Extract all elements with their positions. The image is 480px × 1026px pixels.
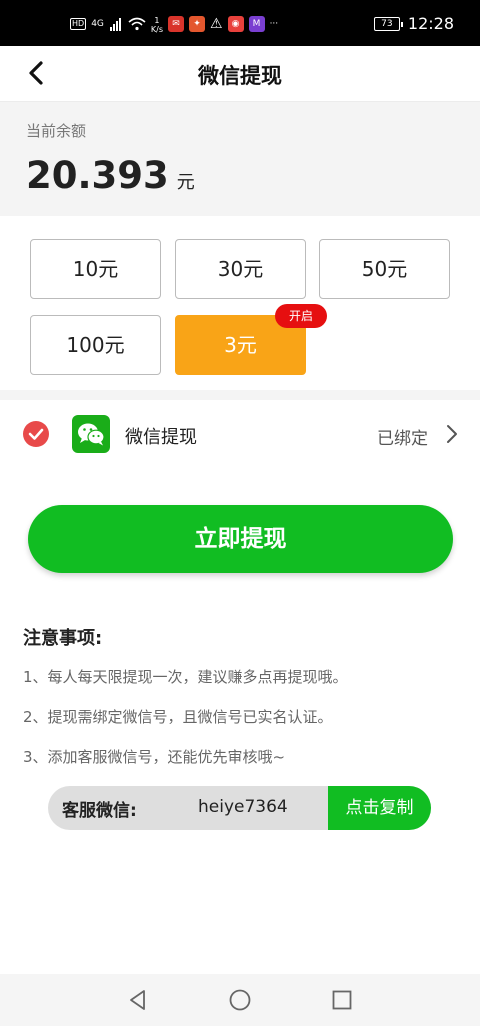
balance-amount-row: 20.393 元 bbox=[26, 154, 195, 197]
note-item: 1、每人每天限提现一次，建议赚多点再提现哦。 bbox=[23, 668, 348, 686]
amount-option-3-selected[interactable]: 3元 开启 bbox=[175, 304, 327, 375]
note-item: 2、提现需绑定微信号，且微信号已实名认证。 bbox=[23, 708, 333, 726]
warning-icon: ⚠ bbox=[210, 16, 223, 32]
hd-icon: HD bbox=[70, 18, 87, 30]
balance-label: 当前余额 bbox=[26, 122, 87, 140]
note-item: 3、添加客服微信号，还能优先审核哦~ bbox=[23, 748, 286, 766]
balance-unit: 元 bbox=[176, 172, 195, 193]
wifi-icon bbox=[128, 17, 146, 31]
amount-option-50[interactable]: 50元 bbox=[319, 239, 450, 299]
app-notification-icon: ◉ bbox=[227, 16, 244, 32]
copy-button[interactable]: 点击复制 bbox=[328, 786, 431, 830]
app-notification-icon: M bbox=[248, 16, 265, 32]
signal-icon bbox=[109, 18, 121, 31]
balance-panel: 当前余额 20.393 元 bbox=[0, 102, 480, 216]
nav-back-button[interactable] bbox=[126, 988, 150, 1012]
chevron-right-icon bbox=[446, 424, 458, 444]
notes-title: 注意事项: bbox=[23, 628, 103, 649]
status-icons-right: 73 12:28 bbox=[373, 14, 454, 33]
checked-icon[interactable] bbox=[23, 421, 49, 447]
section-divider bbox=[0, 390, 480, 400]
triangle-back-icon bbox=[130, 990, 145, 1010]
amount-option-30[interactable]: 30元 bbox=[175, 239, 306, 299]
network-label: 4G bbox=[91, 19, 104, 29]
battery-icon: 73 bbox=[373, 16, 403, 31]
status-icons-left: HD 4G 1 K/s ✉ ✦ ⚠ ◉ M ··· bbox=[70, 14, 278, 34]
page-header: 微信提现 bbox=[0, 46, 480, 102]
amount-option-100[interactable]: 100元 bbox=[30, 315, 161, 375]
circle-home-icon bbox=[229, 989, 251, 1011]
service-label: 客服微信: bbox=[62, 801, 137, 821]
customer-service-wechat: 客服微信: heiye7364 点击复制 bbox=[48, 786, 431, 830]
service-wechat-id: heiye7364 bbox=[198, 797, 288, 817]
amount-options: 10元 30元 50元 100元 3元 开启 bbox=[0, 216, 480, 390]
clock: 12:28 bbox=[407, 14, 454, 33]
binding-status: 已绑定 bbox=[377, 429, 428, 449]
square-recents-icon bbox=[332, 990, 352, 1010]
withdraw-button[interactable]: 立即提现 bbox=[28, 505, 453, 573]
amount-option-10[interactable]: 10元 bbox=[30, 239, 161, 299]
wechat-icon bbox=[72, 415, 110, 453]
speed-value: 1 bbox=[154, 16, 160, 25]
app-notification-icon: ✦ bbox=[189, 16, 205, 32]
status-bar: HD 4G 1 K/s ✉ ✦ ⚠ ◉ M ··· 73 12:28 bbox=[0, 0, 480, 46]
payment-method-row[interactable]: 微信提现 已绑定 bbox=[0, 400, 480, 468]
speed-indicator: 1 K/s bbox=[150, 16, 163, 34]
nav-recents-button[interactable] bbox=[330, 988, 354, 1012]
speed-unit: K/s bbox=[150, 25, 163, 34]
amount-option-label: 3元 bbox=[224, 333, 257, 357]
more-notifications-icon: ··· bbox=[269, 19, 279, 29]
app-notification-icon: ✉ bbox=[168, 16, 184, 32]
system-nav-bar bbox=[0, 974, 480, 1026]
checkmark-icon bbox=[28, 428, 44, 440]
nav-home-button[interactable] bbox=[228, 988, 252, 1012]
payment-method-name: 微信提现 bbox=[125, 427, 197, 448]
enabled-badge: 开启 bbox=[274, 304, 327, 328]
page-title: 微信提现 bbox=[198, 64, 282, 88]
balance-amount: 20.393 bbox=[26, 154, 169, 197]
